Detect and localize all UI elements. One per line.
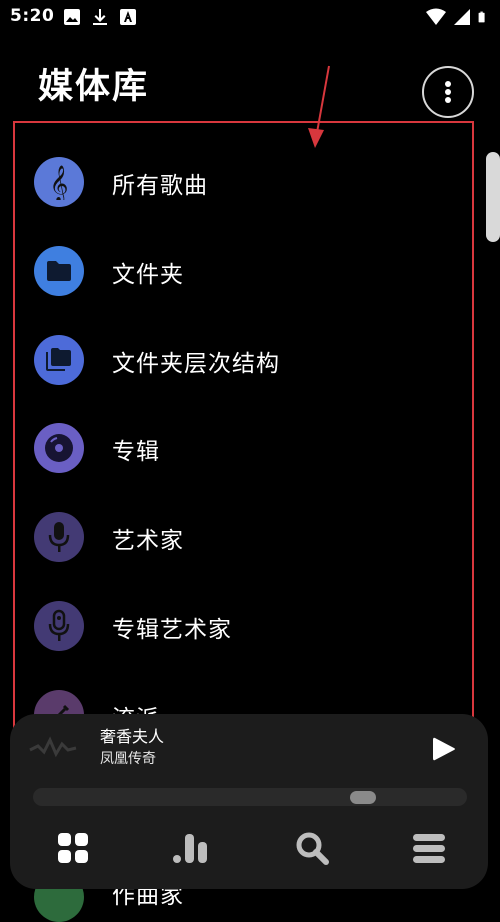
now-playing-panel[interactable]: 奢香夫人 凤凰传奇 (10, 714, 488, 889)
battery-icon (478, 11, 485, 23)
library-tab[interactable] (53, 828, 93, 868)
search-tab[interactable] (292, 828, 332, 868)
svg-text:𝄞: 𝄞 (50, 164, 69, 200)
annotation-arrow-icon (308, 65, 330, 148)
a-text-icon (120, 9, 136, 25)
signal-icon (454, 9, 470, 25)
treble-clef-icon: 𝄞 (34, 157, 84, 207)
library-item-album-artists[interactable]: 专辑艺术家 (0, 580, 470, 668)
library-item-folder-tree[interactable]: 文件夹层次结构 (0, 314, 470, 402)
search-icon (296, 832, 329, 865)
library-item-albums[interactable]: 专辑 (0, 402, 470, 490)
play-icon[interactable] (428, 734, 458, 764)
microphone-outline-icon (34, 601, 84, 651)
library-item-label: 专辑 (112, 439, 160, 465)
status-time: 5:20 (10, 6, 55, 26)
song-title: 奢香夫人 (100, 727, 165, 746)
more-vertical-icon (445, 81, 451, 103)
library-item-label: 艺术家 (112, 528, 184, 554)
page-title: 媒体库 (38, 67, 150, 107)
microphone-icon (34, 512, 84, 562)
stats-tab[interactable] (171, 828, 211, 868)
notification-icons (62, 7, 138, 27)
library-item-artists[interactable]: 艺术家 (0, 491, 470, 579)
waveform-icon (29, 736, 77, 758)
library-item-label: 专辑艺术家 (112, 617, 232, 643)
song-artist: 凤凰传奇 (100, 751, 156, 767)
system-icons (426, 7, 490, 27)
library-item-label: 所有歌曲 (112, 173, 208, 199)
menu-icon (413, 834, 445, 863)
queue-tab[interactable] (409, 828, 449, 868)
status-bar: 5:20 (0, 0, 500, 36)
library-item-all-songs[interactable]: 𝄞 所有歌曲 (0, 136, 470, 224)
library-item-label: 文件夹 (112, 262, 184, 288)
more-options-button[interactable] (422, 66, 474, 118)
bottom-nav (10, 820, 488, 870)
disc-icon (34, 423, 84, 473)
library-item-folders[interactable]: 文件夹 (0, 225, 470, 313)
folder-icon (34, 246, 84, 296)
bar-chart-icon (173, 834, 207, 863)
folder-tree-icon (34, 335, 84, 385)
library-item-label: 文件夹层次结构 (112, 351, 280, 377)
grid-icon (58, 833, 88, 863)
progress-slider[interactable] (33, 788, 467, 806)
progress-thumb[interactable] (350, 791, 376, 804)
list-scrollbar[interactable] (486, 152, 500, 242)
image-icon (64, 9, 80, 25)
wifi-icon (426, 8, 446, 25)
download-icon (93, 9, 107, 25)
